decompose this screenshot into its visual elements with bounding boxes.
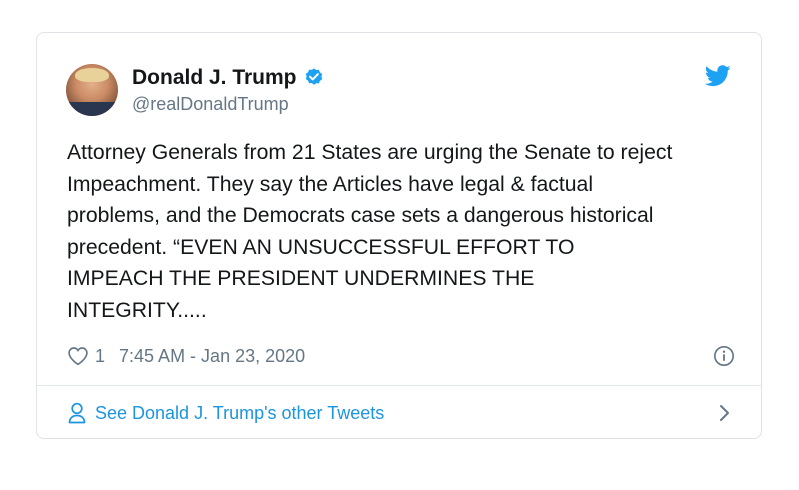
person-icon — [68, 402, 86, 424]
heart-icon[interactable] — [67, 346, 89, 366]
user-handle[interactable]: @realDonaldTrump — [132, 94, 325, 115]
tweet-header: Donald J. Trump @realDonaldTrump — [66, 62, 325, 118]
name-row: Donald J. Trump — [132, 66, 325, 90]
user-names: Donald J. Trump @realDonaldTrump — [132, 66, 325, 115]
info-icon[interactable] — [713, 345, 735, 367]
twitter-bird-icon[interactable] — [705, 65, 731, 87]
other-tweets-label[interactable]: See Donald J. Trump's other Tweets — [95, 403, 384, 424]
avatar-suit — [66, 102, 118, 116]
display-name[interactable]: Donald J. Trump — [132, 66, 297, 90]
avatar[interactable] — [66, 64, 118, 116]
tweet-text: Attorney Generals from 21 States are urg… — [67, 141, 673, 322]
tweet-meta: 1 7:45 AM - Jan 23, 2020 — [67, 342, 735, 370]
divider — [37, 385, 761, 386]
avatar-hair — [75, 68, 109, 82]
tweet-card: Donald J. Trump @realDonaldTrump Attorne… — [36, 32, 762, 439]
verified-badge-icon — [305, 67, 322, 85]
chevron-right-icon[interactable] — [717, 403, 731, 423]
other-tweets-link[interactable]: See Donald J. Trump's other Tweets — [67, 400, 733, 426]
tweet-timestamp[interactable]: 7:45 AM - Jan 23, 2020 — [119, 346, 305, 367]
like-count[interactable]: 1 — [95, 346, 105, 367]
